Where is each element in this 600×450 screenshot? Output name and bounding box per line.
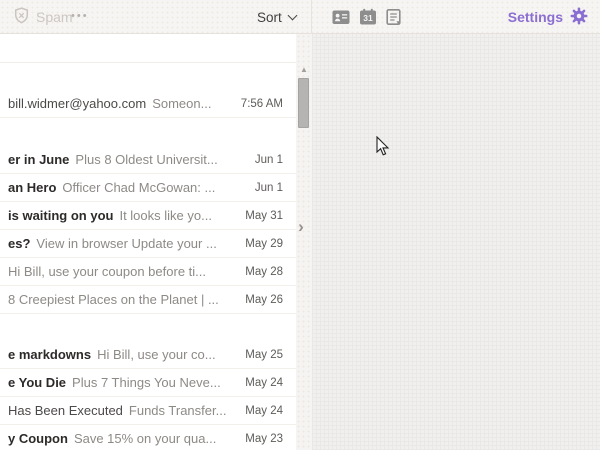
calendar-icon[interactable]: 31 (359, 8, 377, 26)
contacts-icon[interactable] (332, 8, 350, 26)
email-list-item[interactable]: er in June Plus 8 Oldest Universit... Ju… (0, 146, 296, 174)
email-snippet: Save 15% on your qua... (74, 431, 216, 446)
email-date: Jun 1 (247, 154, 283, 166)
email-list-item[interactable]: Hi Bill, use your coupon before ti... Ma… (0, 258, 296, 286)
email-subject: bill.widmer@yahoo.com (8, 96, 146, 111)
settings-button[interactable]: Settings (508, 6, 588, 28)
chevron-down-icon (287, 10, 297, 20)
email-snippet: Plus 7 Things You Neve... (72, 375, 221, 390)
email-list-item[interactable]: e You Die Plus 7 Things You Neve... May … (0, 369, 296, 397)
email-date: May 29 (237, 238, 283, 250)
email-group-2: e markdowns Hi Bill, use your co... May … (0, 341, 296, 450)
email-list-item[interactable]: 8 Creepiest Places on the Planet | ... M… (0, 286, 296, 314)
scrollbar-up-arrow[interactable]: ▲ (298, 64, 310, 76)
email-list-item[interactable]: es? View in browser Update your ... May … (0, 230, 296, 258)
email-list-item[interactable]: y Coupon Save 15% on your qua... May 23 (0, 425, 296, 450)
mail-app-window: Spam ••• Sort 31 (0, 0, 600, 450)
email-date: May 24 (237, 405, 283, 417)
scrollbar-thumb[interactable] (298, 78, 309, 128)
shield-icon (13, 7, 30, 27)
spam-button[interactable]: Spam (13, 6, 73, 28)
email-list-item[interactable]: e markdowns Hi Bill, use your co... May … (0, 341, 296, 369)
email-snippet: Plus 8 Oldest Universit... (75, 152, 217, 167)
email-group-1: er in June Plus 8 Oldest Universit... Ju… (0, 146, 296, 314)
reading-pane (312, 34, 600, 450)
email-list-item[interactable]: bill.widmer@yahoo.com Someon... 7:56 AM (0, 90, 296, 118)
email-date: 7:56 AM (233, 98, 283, 110)
email-snippet: View in browser Update your ... (36, 236, 216, 251)
list-divider (0, 62, 296, 63)
toolbar-divider (311, 0, 312, 34)
email-date: Jun 1 (247, 182, 283, 194)
email-list-panel: bill.widmer@yahoo.com Someon... 7:56 AM … (0, 34, 296, 450)
email-subject: er in June (8, 152, 69, 167)
email-subject: e You Die (8, 375, 66, 390)
email-subject: es? (8, 236, 30, 251)
gear-icon (570, 7, 588, 28)
email-date: May 26 (237, 294, 283, 306)
toolbar: Spam ••• Sort 31 (0, 0, 600, 34)
email-snippet: Hi Bill, use your coupon before ti... (8, 264, 206, 279)
notepad-icon[interactable] (385, 8, 403, 26)
email-subject: Has Been Executed (8, 403, 123, 418)
settings-button-label: Settings (508, 9, 563, 25)
email-snippet: Hi Bill, use your co... (97, 347, 216, 362)
email-group-0: bill.widmer@yahoo.com Someon... 7:56 AM (0, 90, 296, 118)
spam-button-label: Spam (36, 9, 73, 25)
three-dots-icon: ••• (71, 10, 89, 22)
email-list-item[interactable]: is waiting on you It looks like yo... Ma… (0, 202, 296, 230)
more-options-button[interactable]: ••• (71, 5, 89, 27)
email-list-item[interactable]: Has Been Executed Funds Transfer... May … (0, 397, 296, 425)
calendar-day-label: 31 (363, 13, 373, 23)
email-snippet: It looks like yo... (119, 208, 211, 223)
email-list-item[interactable]: an Hero Officer Chad McGowan: ... Jun 1 (0, 174, 296, 202)
email-date: May 28 (237, 266, 283, 278)
email-date: May 31 (237, 210, 283, 222)
email-snippet: Funds Transfer... (129, 403, 227, 418)
expand-pane-handle[interactable]: › (293, 216, 309, 238)
sort-button[interactable]: Sort (257, 6, 296, 28)
email-snippet: Officer Chad McGowan: ... (62, 180, 215, 195)
email-subject: is waiting on you (8, 208, 113, 223)
email-subject: y Coupon (8, 431, 68, 446)
email-date: May 25 (237, 349, 283, 361)
mouse-cursor-icon (376, 136, 390, 162)
email-snippet: 8 Creepiest Places on the Planet | ... (8, 292, 219, 307)
email-date: May 24 (237, 377, 283, 389)
sort-button-label: Sort (257, 10, 282, 25)
email-subject: an Hero (8, 180, 56, 195)
email-date: May 23 (237, 433, 283, 445)
email-snippet: Someon... (152, 96, 211, 111)
email-subject: e markdowns (8, 347, 91, 362)
